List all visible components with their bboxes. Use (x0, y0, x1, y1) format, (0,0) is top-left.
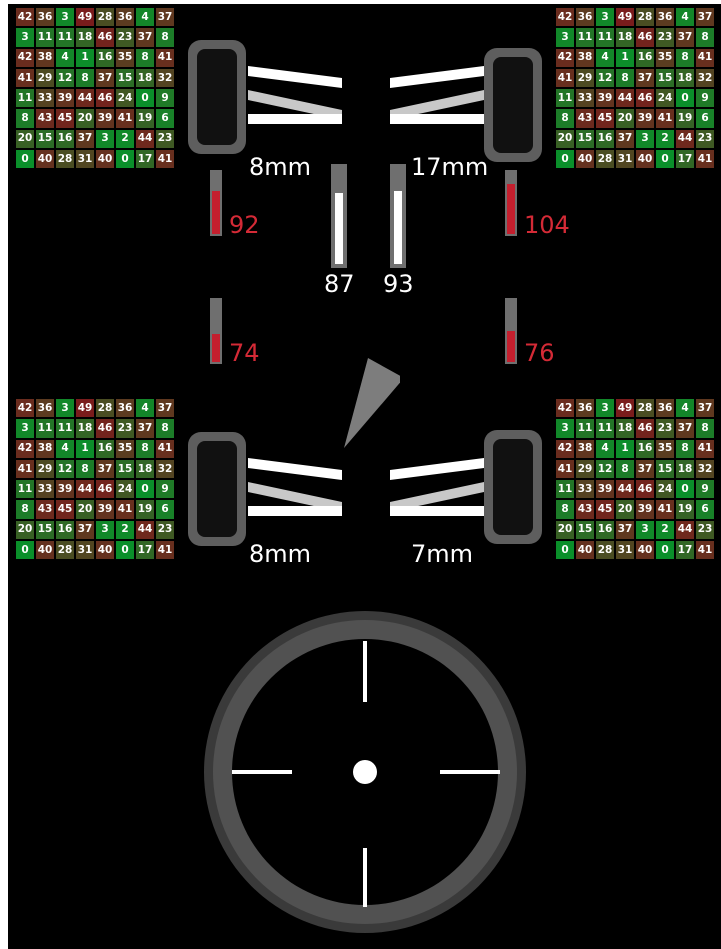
camber-line (390, 506, 484, 516)
temp-bar-rear-left-fill (212, 334, 220, 362)
temp-bar-rear-right (505, 298, 517, 364)
tire-body (493, 439, 533, 535)
temp-bar-front-right-fill (507, 184, 515, 234)
temp-bar-front-right (505, 170, 517, 236)
temp-bar-rear-right-fill (507, 331, 515, 362)
temp-label-rear-left: 74 (229, 339, 260, 367)
telemetry-screen: 42 36 3 49 28 36 4 37 3 11 11 18 46 23 37 8 42 38 4 1 16 35 8 4… (8, 4, 721, 949)
pedal-bar-right (390, 164, 406, 268)
wear-label-rear-right: 7mm (411, 540, 474, 568)
pedal-bar-left-fill (335, 193, 343, 264)
pedal-label-right: 93 (383, 270, 414, 298)
pedal-bar-left (331, 164, 347, 268)
temp-label-front-left: 92 (229, 211, 260, 239)
crosshair-icon (204, 611, 526, 933)
wear-label-front-right: 17mm (411, 153, 489, 181)
pedal-label-left: 87 (324, 270, 355, 298)
temp-label-rear-right: 76 (524, 339, 555, 367)
temp-bar-front-left (210, 170, 222, 236)
triangle-pointer-icon (344, 358, 400, 448)
temp-bar-front-left-fill (212, 191, 220, 234)
pedal-bar-right-fill (394, 191, 402, 264)
wear-label-rear-left: 8mm (249, 540, 312, 568)
temp-bar-rear-left (210, 298, 222, 364)
temp-label-front-right: 104 (524, 211, 570, 239)
wear-label-front-left: 8mm (249, 153, 312, 181)
camber-line (390, 458, 484, 480)
